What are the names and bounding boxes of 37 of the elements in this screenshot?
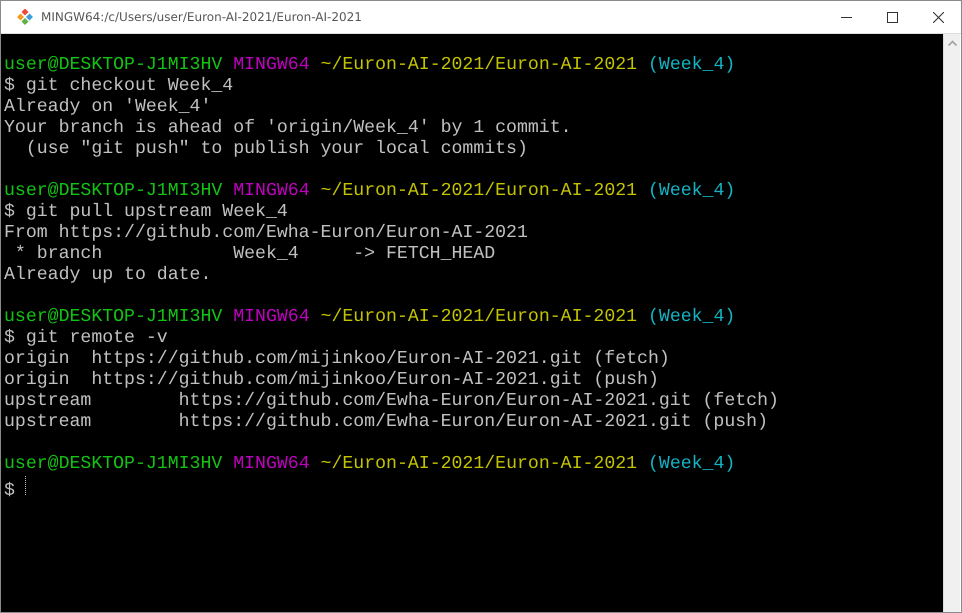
scrollbar[interactable] <box>943 34 960 612</box>
prompt-branch: (Week_4) <box>648 307 736 327</box>
window-title: MINGW64:/c/Users/user/Euron-AI-2021/Euron-AI-2021 <box>41 9 362 26</box>
prompt-path: ~/Euron-AI-2021/Euron-AI-2021 <box>320 181 638 201</box>
command-line: $ <box>4 481 15 501</box>
app-logo-icon <box>17 9 33 25</box>
prompt-path: ~/Euron-AI-2021/Euron-AI-2021 <box>320 307 638 327</box>
command-line: $ git pull upstream Week_4 <box>4 202 288 222</box>
command-line: $ git remote -v <box>4 328 168 348</box>
prompt-shell: MINGW64 <box>233 307 310 327</box>
prompt-branch: (Week_4) <box>648 55 736 75</box>
output-line: origin https://github.com/mijinkoo/Euron-AI-2021.git (fetch) <box>4 349 670 369</box>
output-line: upstream https://github.com/Ewha-Euron/Euron-AI-2021.git (fetch) <box>4 391 779 411</box>
prompt-user-host: user@DESKTOP-J1MI3HV <box>4 454 222 474</box>
output-line: (use "git push" to publish your local commits) <box>24 139 528 159</box>
scroll-up-icon[interactable] <box>948 40 956 46</box>
prompt-shell: MINGW64 <box>233 181 310 201</box>
prompt-shell: MINGW64 <box>233 454 310 474</box>
output-line: Already up to date. <box>4 265 212 285</box>
maximize-icon <box>886 12 898 22</box>
prompt-branch: (Week_4) <box>648 181 736 201</box>
prompt-user-host: user@DESKTOP-J1MI3HV <box>4 307 222 327</box>
close-icon <box>932 12 944 22</box>
output-line: origin https://github.com/mijinkoo/Euron-AI-2021.git (push) <box>4 370 659 390</box>
prompt-path: ~/Euron-AI-2021/Euron-AI-2021 <box>320 55 638 75</box>
prompt-user-host: user@DESKTOP-J1MI3HV <box>4 55 222 75</box>
prompt-branch: (Week_4) <box>648 454 736 474</box>
output-line: Already on 'Week_4' <box>4 97 212 117</box>
minimize-icon <box>840 16 852 18</box>
prompt-path: ~/Euron-AI-2021/Euron-AI-2021 <box>320 454 638 474</box>
command-line: $ git checkout Week_4 <box>4 76 234 96</box>
prompt-user-host: user@DESKTOP-J1MI3HV <box>4 181 222 201</box>
output-line: Your branch is ahead of 'origin/Week_4' by 1 commit. <box>4 118 572 138</box>
output-line: From https://github.com/Ewha-Euron/Euron-AI-2021 <box>4 223 528 243</box>
output-line: * branch Week_4 -> FETCH_HEAD <box>14 244 496 264</box>
prompt-shell: MINGW64 <box>233 55 310 75</box>
output-line: upstream https://github.com/Ewha-Euron/Euron-AI-2021.git (push) <box>4 412 768 432</box>
